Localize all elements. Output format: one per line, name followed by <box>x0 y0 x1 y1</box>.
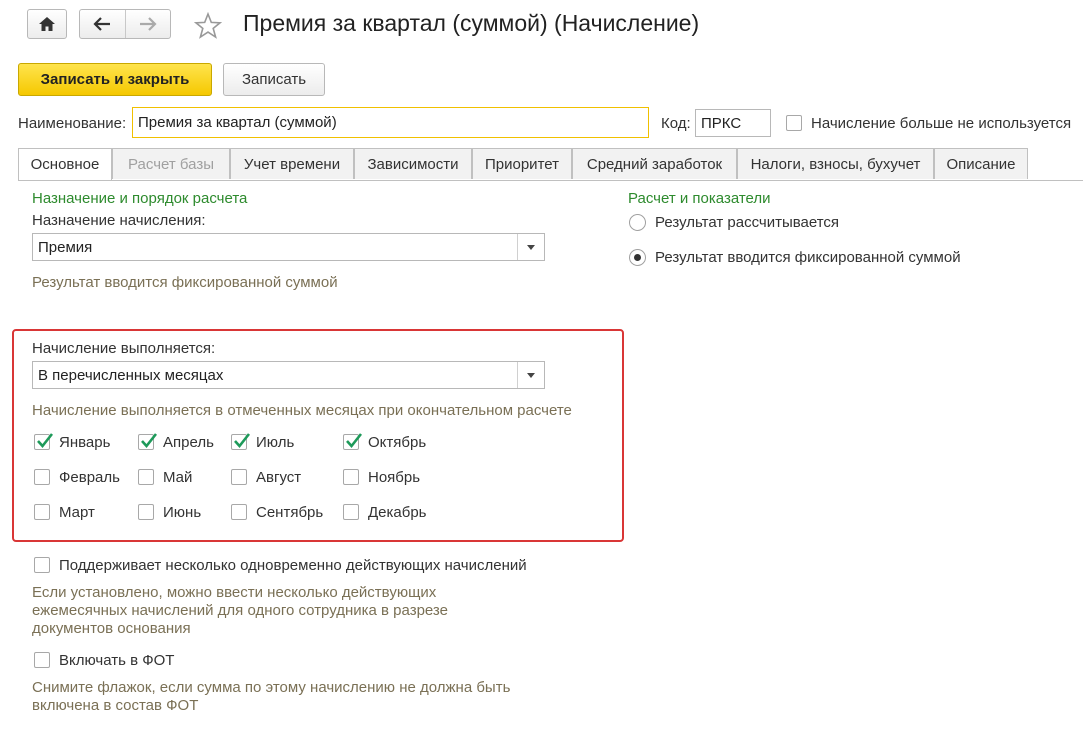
multiple-accruals-label: Поддерживает несколько одновременно дейс… <box>59 557 527 574</box>
month-label-february: Февраль <box>59 469 120 486</box>
checkmark-icon <box>234 433 251 449</box>
month-label-may: Май <box>163 469 193 486</box>
execution-hint: Начисление выполняется в отмеченных меся… <box>32 402 572 419</box>
chevron-down-icon <box>527 372 535 378</box>
chevron-down-icon <box>527 244 535 250</box>
checkmark-icon <box>346 433 363 449</box>
tab-description[interactable]: Описание <box>934 148 1028 179</box>
month-label-january: Январь <box>59 434 111 451</box>
multiple-accruals-hint: Если установлено, можно ввести несколько… <box>32 584 448 638</box>
multiple-hint-line-3: документов основания <box>32 620 191 637</box>
code-field[interactable]: ПРКС <box>695 109 771 137</box>
month-checkbox-january[interactable] <box>34 433 54 450</box>
purpose-select[interactable]: Премия <box>32 233 545 261</box>
not-used-checkbox[interactable] <box>786 115 802 131</box>
month-checkbox-march[interactable] <box>34 504 50 520</box>
month-checkbox-october[interactable] <box>343 433 363 450</box>
execution-dropdown-button[interactable] <box>517 362 544 388</box>
month-checkbox-november[interactable] <box>343 469 359 485</box>
home-button[interactable] <box>27 9 67 39</box>
back-button[interactable] <box>80 10 126 38</box>
purpose-dropdown-button[interactable] <box>517 234 544 260</box>
include-fot-label: Включать в ФОТ <box>59 652 175 669</box>
month-label-october: Октябрь <box>368 434 427 451</box>
arrow-left-icon <box>93 17 111 31</box>
month-label-august: Август <box>256 469 302 486</box>
save-and-close-button[interactable]: Записать и закрыть <box>18 63 212 96</box>
month-label-march: Март <box>59 504 95 521</box>
purpose-select-value: Премия <box>38 238 93 256</box>
tab-priority[interactable]: Приоритет <box>472 148 572 179</box>
fot-hint-line-2: включена в состав ФОТ <box>32 697 199 714</box>
name-field[interactable]: Премия за квартал (суммой) <box>132 107 649 138</box>
code-label: Код: <box>661 115 691 132</box>
include-fot-hint: Снимите флажок, если сумма по этому начи… <box>32 679 510 715</box>
arrow-right-icon <box>139 17 157 31</box>
month-label-november: Ноябрь <box>368 469 421 486</box>
month-checkbox-may[interactable] <box>138 469 154 485</box>
not-used-label: Начисление больше не используется <box>811 115 1072 132</box>
month-label-april: Апрель <box>163 434 214 451</box>
name-field-value: Премия за квартал (суммой) <box>138 114 337 131</box>
month-checkbox-february[interactable] <box>34 469 50 485</box>
execution-select[interactable]: В перечисленных месяцах <box>32 361 545 389</box>
calc-section-title: Расчет и показатели <box>628 190 771 207</box>
code-field-value: ПРКС <box>701 114 742 132</box>
radio-fixed-sum[interactable] <box>629 249 646 266</box>
page-title: Премия за квартал (суммой) (Начисление) <box>243 10 700 36</box>
star-icon[interactable] <box>194 12 222 39</box>
tab-time-accounting[interactable]: Учет времени <box>230 148 354 179</box>
multiple-hint-line-1: Если установлено, можно ввести несколько… <box>32 584 437 601</box>
execution-label: Начисление выполняется: <box>32 340 216 357</box>
tab-bar: Основное Расчет базы Учет времени Зависи… <box>18 148 1083 181</box>
purpose-label: Назначение начисления: <box>32 212 206 229</box>
multiple-hint-line-2: ежемесячных начислений для одного сотруд… <box>32 602 448 619</box>
tab-taxes[interactable]: Налоги, взносы, бухучет <box>737 148 934 179</box>
radio-calculated-label: Результат рассчитывается <box>655 214 840 231</box>
tab-base-calc[interactable]: Расчет базы <box>112 148 230 179</box>
multiple-accruals-checkbox[interactable] <box>34 557 50 573</box>
save-button[interactable]: Записать <box>223 63 325 96</box>
tab-average-earnings[interactable]: Средний заработок <box>572 148 737 179</box>
name-label: Наименование: <box>18 115 127 132</box>
month-label-september: Сентябрь <box>256 504 324 521</box>
month-checkbox-june[interactable] <box>138 504 154 520</box>
execution-select-value: В перечисленных месяцах <box>38 366 224 384</box>
fot-hint-line-1: Снимите флажок, если сумма по этому начи… <box>32 679 511 696</box>
month-checkbox-august[interactable] <box>231 469 247 485</box>
tab-main[interactable]: Основное <box>18 148 112 180</box>
history-nav <box>79 9 171 39</box>
month-checkbox-september[interactable] <box>231 504 247 520</box>
purpose-section-title: Назначение и порядок расчета <box>32 190 248 207</box>
month-label-july: Июль <box>256 434 295 451</box>
forward-button[interactable] <box>126 10 171 38</box>
month-checkbox-april[interactable] <box>138 433 158 450</box>
radio-fixed-sum-label: Результат вводится фиксированной суммой <box>655 249 961 266</box>
month-label-june: Июнь <box>163 504 202 521</box>
radio-calculated[interactable] <box>629 214 646 231</box>
checkmark-icon <box>141 433 158 449</box>
include-fot-checkbox[interactable] <box>34 652 50 668</box>
checkmark-icon <box>37 433 54 449</box>
month-checkbox-july[interactable] <box>231 433 251 450</box>
tab-dependencies[interactable]: Зависимости <box>354 148 472 179</box>
radio-selected-dot <box>634 254 641 261</box>
home-icon <box>39 17 55 31</box>
purpose-hint: Результат вводится фиксированной суммой <box>32 274 338 291</box>
month-label-december: Декабрь <box>368 504 427 521</box>
month-checkbox-december[interactable] <box>343 504 359 520</box>
